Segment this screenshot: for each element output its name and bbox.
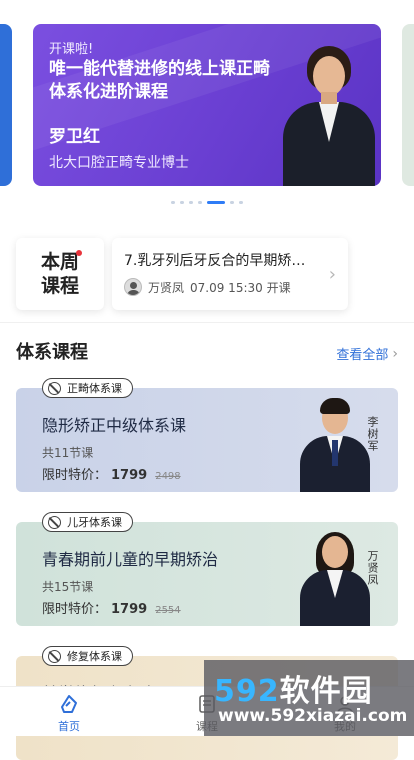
this-week-section: 本周 课程 7.乳牙列后牙反合的早期矫… 万贤凤 07.09 15:30 开课 … bbox=[16, 238, 398, 310]
carousel-indicator bbox=[0, 201, 414, 204]
carousel-dot bbox=[230, 201, 234, 204]
original-price: 2498 bbox=[155, 471, 181, 482]
watermark-url: www.592xiazai.com bbox=[218, 706, 408, 726]
course-category-label: 儿牙体系课 bbox=[67, 516, 122, 529]
view-all-link[interactable]: 查看全部 › bbox=[336, 344, 398, 364]
course-lessons: 共15节课 bbox=[42, 580, 94, 594]
carousel-dot bbox=[180, 201, 184, 204]
watermark: 592软件园 www.592xiazai.com bbox=[204, 660, 414, 736]
banner-lecturer-title: 北大口腔正畸专业博士 bbox=[49, 155, 189, 171]
tab-home[interactable]: 首页 bbox=[29, 693, 109, 734]
price-value: 1799 bbox=[111, 468, 148, 483]
watermark-logo: 592软件园 bbox=[214, 666, 373, 710]
course-category-tag: 儿牙体系课 bbox=[42, 512, 133, 532]
carousel-dot bbox=[171, 201, 175, 204]
banner-previous-peek[interactable] bbox=[0, 24, 12, 186]
carousel-dot bbox=[189, 201, 193, 204]
course-teacher: 万贤凤 bbox=[366, 550, 379, 586]
class-title: 7.乳牙列后牙反合的早期矫… bbox=[124, 253, 306, 269]
price-value: 1799 bbox=[111, 602, 148, 617]
course-category-label: 正畸体系课 bbox=[67, 382, 122, 395]
teacher-name: 万贤凤 bbox=[148, 280, 185, 295]
course-price: 限时特价： 1799 2554 bbox=[42, 598, 181, 617]
price-label: 限时特价： bbox=[42, 602, 108, 617]
class-meta: 万贤凤 07.09 15:30 开课 bbox=[124, 278, 291, 296]
banner-tag: 开课啦! bbox=[49, 42, 94, 57]
carousel-dot bbox=[198, 201, 202, 204]
no-symbol-icon bbox=[48, 382, 61, 395]
chevron-right-icon: › bbox=[392, 345, 398, 362]
no-symbol-icon bbox=[48, 650, 61, 663]
this-week-badge: 本周 课程 bbox=[16, 238, 104, 310]
course-category-tag: 修复体系课 bbox=[42, 646, 133, 666]
carousel-dot bbox=[239, 201, 243, 204]
view-all-label: 查看全部 bbox=[336, 348, 389, 363]
course-lessons: 共11节课 bbox=[42, 446, 94, 460]
class-time: 07.09 15:30 开课 bbox=[190, 280, 291, 295]
course-price: 限时特价： 1799 2498 bbox=[42, 464, 181, 483]
this-week-label-line1: 本周 bbox=[40, 251, 79, 273]
banner-carousel[interactable]: 开课啦! 唯一能代替进修的线上课正畸体系化进阶课程 罗卫红 北大口腔正畸专业博士 bbox=[0, 0, 414, 210]
course-teacher: 李树军 bbox=[366, 416, 379, 452]
course-category-label: 修复体系课 bbox=[67, 650, 122, 663]
teacher-photo bbox=[298, 398, 372, 492]
course-card[interactable]: 青春期前儿童的早期矫治 共15节课 限时特价： 1799 2554 万贤凤 bbox=[16, 522, 398, 626]
price-label: 限时特价： bbox=[42, 468, 108, 483]
banner-next-peek[interactable] bbox=[402, 24, 414, 186]
no-symbol-icon bbox=[48, 516, 61, 529]
section-title: 体系课程 bbox=[16, 342, 88, 363]
banner-lecturer-name: 罗卫红 bbox=[49, 127, 100, 147]
section-divider bbox=[0, 322, 414, 323]
teacher-avatar bbox=[124, 278, 142, 296]
this-week-class-card[interactable]: 7.乳牙列后牙反合的早期矫… 万贤凤 07.09 15:30 开课 › bbox=[112, 238, 348, 310]
banner-title: 唯一能代替进修的线上课正畸体系化进阶课程 bbox=[49, 59, 270, 102]
carousel-dot-active bbox=[207, 201, 225, 204]
banner-slide[interactable]: 开课啦! 唯一能代替进修的线上课正畸体系化进阶课程 罗卫红 北大口腔正畸专业博士 bbox=[33, 24, 381, 186]
original-price: 2554 bbox=[155, 605, 181, 616]
home-icon bbox=[61, 695, 77, 713]
chevron-right-icon: › bbox=[328, 264, 336, 285]
course-title: 隐形矫正中级体系课 bbox=[42, 416, 187, 435]
teacher-photo bbox=[298, 532, 372, 626]
course-title: 青春期前儿童的早期矫治 bbox=[42, 550, 219, 569]
watermark-number: 592 bbox=[214, 674, 280, 709]
this-week-label-line2: 课程 bbox=[40, 275, 79, 297]
course-category-tag: 正畸体系课 bbox=[42, 378, 133, 398]
notification-dot bbox=[76, 250, 82, 256]
course-card[interactable]: 隐形矫正中级体系课 共11节课 限时特价： 1799 2498 李树军 bbox=[16, 388, 398, 492]
watermark-text: 软件园 bbox=[279, 674, 373, 709]
tab-home-label: 首页 bbox=[58, 720, 80, 733]
lecturer-portrait bbox=[283, 46, 375, 186]
